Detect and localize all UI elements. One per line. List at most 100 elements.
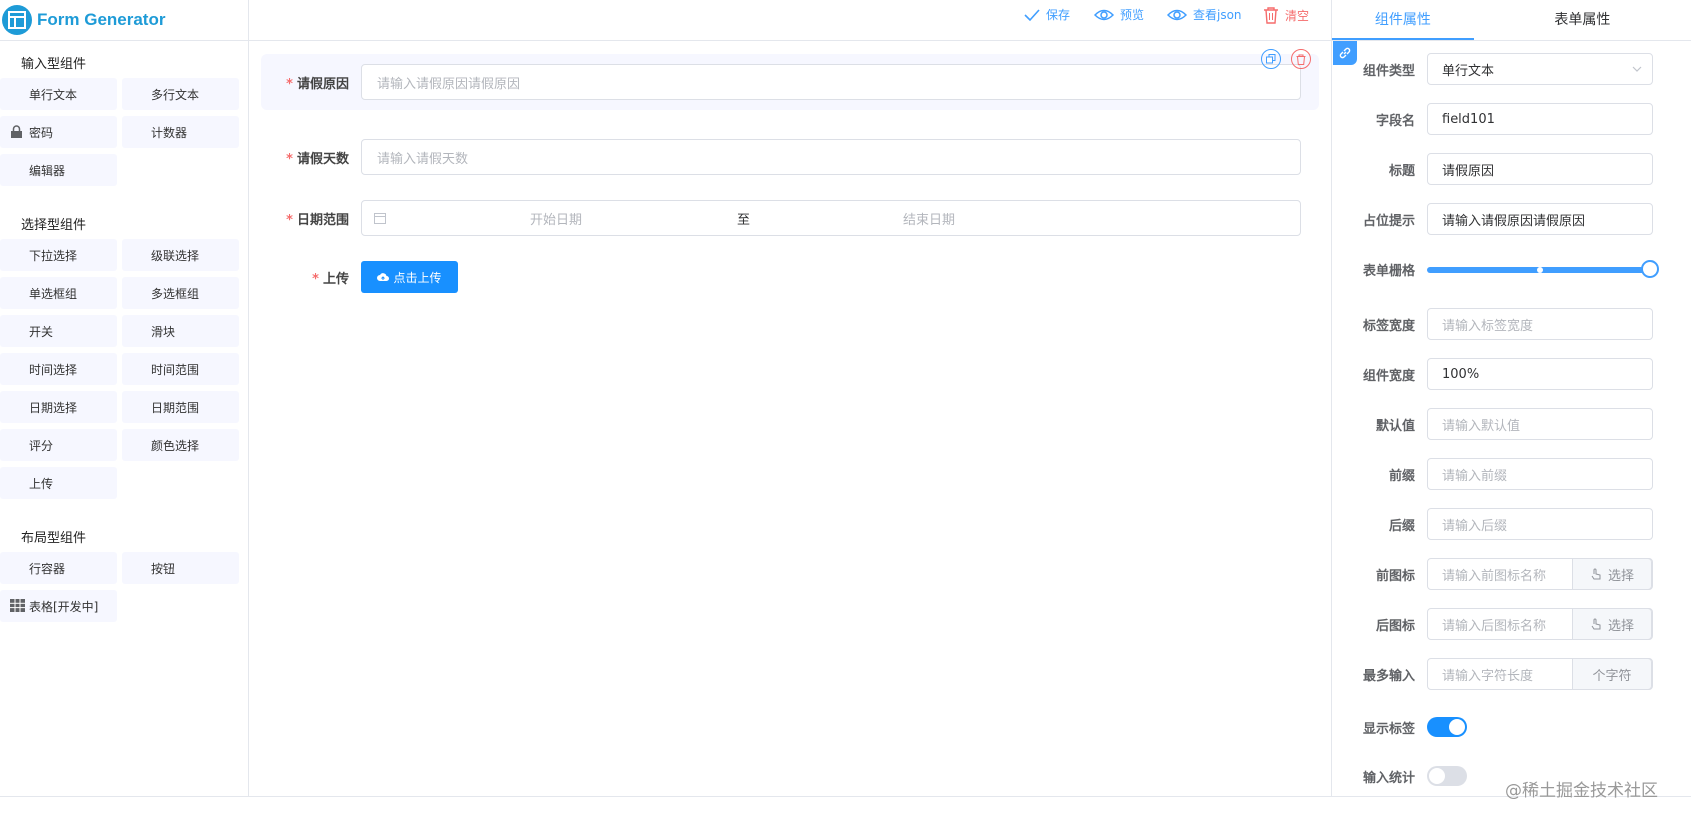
span-slider[interactable] — [1427, 259, 1659, 279]
group-title-select: 选择型组件 — [21, 218, 87, 233]
comp-color-picker[interactable]: 颜色选择 — [122, 429, 239, 461]
button-label: 选择 — [1607, 568, 1634, 584]
prefix-icon-input[interactable]: 请输入前图标名称 选择 — [1427, 558, 1653, 590]
input-placeholder: 请输入后图标名称 — [1442, 618, 1547, 634]
select-suffix-icon-button[interactable]: 选择 — [1572, 608, 1652, 640]
prop-label: 组件宽度 — [1362, 368, 1415, 384]
slider-stop — [1537, 267, 1543, 273]
comp-width-input[interactable]: 100% — [1427, 358, 1653, 390]
type-select[interactable]: 单行文本 — [1427, 53, 1653, 85]
suffix-icon-input[interactable]: 请输入后图标名称 选择 — [1427, 608, 1653, 640]
clear-label: 清空 — [1285, 8, 1310, 23]
prefix-input[interactable]: 请输入前缀 — [1427, 458, 1653, 490]
lock-icon — [10, 125, 23, 141]
prop-comp-width: 组件宽度 100% — [1332, 358, 1691, 390]
check-icon — [1024, 8, 1040, 21]
show-label-switch[interactable] — [1427, 717, 1467, 737]
field-label: * 请假原因 — [286, 76, 349, 92]
preview-button[interactable]: 预览 — [1094, 6, 1144, 23]
slider-handle[interactable] — [1641, 260, 1659, 278]
calendar-icon — [374, 213, 386, 224]
maxlength-input[interactable]: 请输入字符长度 个字符 — [1427, 658, 1653, 690]
select-prefix-icon-button[interactable]: 选择 — [1572, 558, 1652, 590]
trash-icon — [1264, 7, 1278, 24]
comp-cascader[interactable]: 级联选择 — [122, 239, 239, 271]
comp-switch[interactable]: 开关 — [0, 315, 117, 347]
comp-checkbox-group[interactable]: 多选框组 — [122, 277, 239, 309]
default-value-input[interactable]: 请输入默认值 — [1427, 408, 1653, 440]
comp-single-text[interactable]: 单行文本 — [0, 78, 117, 110]
label-text: 上传 — [322, 271, 349, 287]
tab-component-props[interactable]: 组件属性 — [1332, 0, 1474, 40]
field-label: * 日期范围 — [286, 212, 349, 228]
field-name-input[interactable]: field101 — [1427, 103, 1653, 135]
comp-table[interactable]: 表格[开发中] — [0, 590, 117, 622]
comp-row-container[interactable]: 行容器 — [0, 552, 117, 584]
delete-item-button[interactable] — [1291, 49, 1311, 69]
save-label: 保存 — [1046, 8, 1071, 22]
prop-title: 标题 请假原因 — [1332, 153, 1691, 185]
title-input[interactable]: 请假原因 — [1427, 153, 1653, 185]
comp-editor[interactable]: 编辑器 — [0, 154, 117, 186]
tab-form-props[interactable]: 表单属性 — [1474, 0, 1691, 40]
prop-label: 表单栅格 — [1362, 263, 1415, 279]
show-count-switch[interactable] — [1427, 766, 1467, 786]
comp-upload[interactable]: 上传 — [0, 467, 117, 499]
save-button[interactable]: 保存 — [1024, 6, 1070, 23]
prop-suffix: 后缀 请输入后缀 — [1332, 508, 1691, 540]
prop-label: 最多输入 — [1362, 668, 1415, 684]
label-text: 请假原因 — [296, 76, 349, 92]
date-range-input[interactable]: 开始日期 至 结束日期 — [361, 200, 1301, 236]
prop-show-label: 显示标签 — [1332, 711, 1691, 743]
comp-radio-group[interactable]: 单选框组 — [0, 277, 117, 309]
comp-password[interactable]: 密码 — [0, 116, 117, 148]
comp-time-range[interactable]: 时间范围 — [122, 353, 239, 385]
eye-icon — [1167, 9, 1187, 20]
input-placeholder: 请输入前图标名称 — [1442, 568, 1547, 584]
form-item-reason[interactable]: * 请假原因 请输入请假原因请假原因 — [261, 49, 1319, 110]
prop-label: 后缀 — [1388, 518, 1415, 534]
upload-button[interactable]: 点击上传 — [361, 261, 458, 293]
form-item-days[interactable]: * 请假天数 请输入请假天数 — [261, 129, 1319, 185]
comp-date-picker[interactable]: 日期选择 — [0, 391, 117, 423]
bottom-scrollbar[interactable] — [0, 796, 1691, 817]
start-date: 开始日期 — [530, 212, 583, 228]
suffix-input[interactable]: 请输入后缀 — [1427, 508, 1653, 540]
comp-slider[interactable]: 滑块 — [122, 315, 239, 347]
view-json-button[interactable]: 查看json — [1167, 6, 1242, 23]
pointer-icon — [1591, 568, 1601, 579]
prop-label: 字段名 — [1375, 113, 1415, 129]
prop-label-width: 标签宽度 请输入标签宽度 — [1332, 308, 1691, 340]
form-item-date-range[interactable]: * 日期范围 开始日期 至 结束日期 — [261, 190, 1319, 246]
toolbar: 保存 预览 查看json 清空 — [249, 0, 1331, 41]
reason-input[interactable]: 请输入请假原因请假原因 — [361, 64, 1301, 100]
logo-icon — [2, 5, 32, 35]
form-item-upload[interactable]: * 上传 点击上传 — [261, 249, 1319, 305]
label-width-input[interactable]: 请输入标签宽度 — [1427, 308, 1653, 340]
prop-default: 默认值 请输入默认值 — [1332, 408, 1691, 440]
view-json-label: 查看json — [1193, 8, 1242, 22]
watermark: @稀土掘金技术社区 — [1505, 781, 1658, 801]
clear-button[interactable]: 清空 — [1263, 6, 1309, 24]
prop-suffix-icon: 后图标 请输入后图标名称 选择 — [1332, 608, 1691, 640]
comp-button[interactable]: 按钮 — [122, 552, 239, 584]
input-components: 单行文本 多行文本 密码 计数器 编辑器 — [0, 78, 248, 186]
comp-textarea[interactable]: 多行文本 — [122, 78, 239, 110]
comp-label: 密码 — [29, 125, 54, 140]
comp-date-range[interactable]: 日期范围 — [122, 391, 239, 423]
placeholder-input[interactable]: 请输入请假原因请假原因 — [1427, 203, 1653, 235]
app-title: Form Generator — [37, 10, 166, 29]
prop-field: 字段名 field101 — [1332, 103, 1691, 135]
upload-label: 点击上传 — [393, 270, 442, 285]
comp-rate[interactable]: 评分 — [0, 429, 117, 461]
prop-label: 组件类型 — [1362, 63, 1415, 79]
comp-counter[interactable]: 计数器 — [122, 116, 239, 148]
prop-span: 表单栅格 — [1332, 253, 1691, 285]
trash-icon — [1296, 54, 1306, 65]
copy-item-button[interactable] — [1261, 49, 1281, 69]
layout-components: 行容器 按钮 表格[开发中] — [0, 552, 248, 622]
comp-select[interactable]: 下拉选择 — [0, 239, 117, 271]
comp-time-picker[interactable]: 时间选择 — [0, 353, 117, 385]
days-input[interactable]: 请输入请假天数 — [361, 139, 1301, 175]
button-label: 选择 — [1607, 618, 1634, 634]
